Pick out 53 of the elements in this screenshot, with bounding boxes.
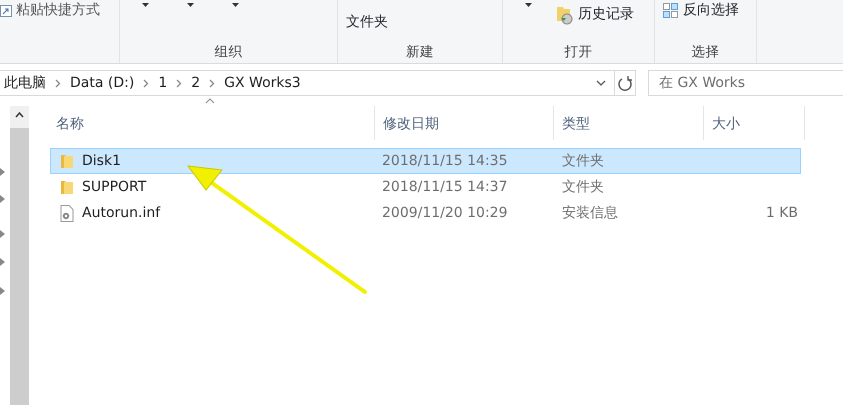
history-button[interactable]: 历史记录 (556, 4, 634, 25)
file-type: 安装信息 (562, 204, 618, 220)
chevron-icon (176, 78, 182, 88)
file-row[interactable]: SUPPORT 2018/11/15 14:37 文件夹 (50, 174, 801, 200)
folder-icon (60, 153, 74, 169)
column-header[interactable]: 名称 (56, 116, 84, 132)
address-bar[interactable]: 此电脑 Data (D:) 1 2 GX Works3 (0, 70, 636, 96)
group-label: 选择 (690, 43, 720, 62)
expand-icon[interactable] (0, 195, 5, 203)
caret-icon[interactable] (142, 3, 149, 7)
chevron-icon (209, 78, 216, 88)
file-row[interactable]: Autorun.inf 2009/11/20 10:29 安装信息 1 KB (50, 200, 801, 226)
expand-icon[interactable] (0, 287, 5, 295)
chevron-icon (55, 78, 61, 88)
breadcrumb-item[interactable]: 此电脑 (4, 72, 46, 94)
new-folder-button[interactable]: 文件夹 (346, 12, 388, 32)
dropdown-icon[interactable] (596, 80, 606, 86)
breadcrumb-item[interactable]: GX Works3 (224, 72, 301, 94)
caret-icon[interactable] (232, 3, 239, 7)
column-header[interactable]: 类型 (562, 116, 590, 132)
caret-icon[interactable] (525, 3, 532, 7)
breadcrumb-item[interactable]: 2 (191, 72, 200, 94)
paste-shortcut-button[interactable]: 粘贴快捷方式 (0, 0, 100, 21)
breadcrumb-item[interactable]: Data (D:) (70, 72, 134, 94)
modified-date: 2009/11/20 10:29 (382, 204, 508, 220)
file-name: Autorun.inf (82, 204, 160, 222)
folder-icon (60, 179, 74, 195)
file-type: 文件夹 (562, 152, 604, 168)
group-label: 打开 (564, 43, 594, 62)
file-type: 文件夹 (562, 178, 604, 194)
group-label: 新建 (405, 43, 435, 62)
modified-date: 2018/11/15 14:37 (382, 178, 508, 194)
file-size: 1 KB (766, 204, 798, 220)
expand-icon[interactable] (0, 230, 5, 238)
breadcrumb-item[interactable]: 1 (158, 72, 168, 94)
group-label: 组织 (214, 43, 244, 62)
sort-icon (205, 98, 215, 104)
column-header[interactable]: 修改日期 (383, 116, 439, 132)
file-name: SUPPORT (82, 178, 146, 196)
invert-selection-button[interactable]: 反向选择 (663, 0, 739, 21)
settings-file-icon (60, 204, 74, 222)
file-name: Disk1 (82, 152, 121, 170)
caret-icon[interactable] (187, 3, 194, 7)
file-row[interactable]: Disk1 2018/11/15 14:35 文件夹 (50, 148, 801, 174)
expand-icon[interactable] (0, 168, 5, 176)
search-field[interactable]: 在 GX Works (648, 70, 843, 96)
grid-icon (663, 2, 679, 18)
chevron-icon (143, 78, 150, 88)
modified-date: 2018/11/15 14:35 (382, 152, 508, 168)
column-header[interactable]: 大小 (712, 116, 740, 132)
history-icon (556, 4, 574, 24)
refresh-icon[interactable] (618, 75, 632, 91)
expand-icon[interactable] (0, 258, 5, 266)
